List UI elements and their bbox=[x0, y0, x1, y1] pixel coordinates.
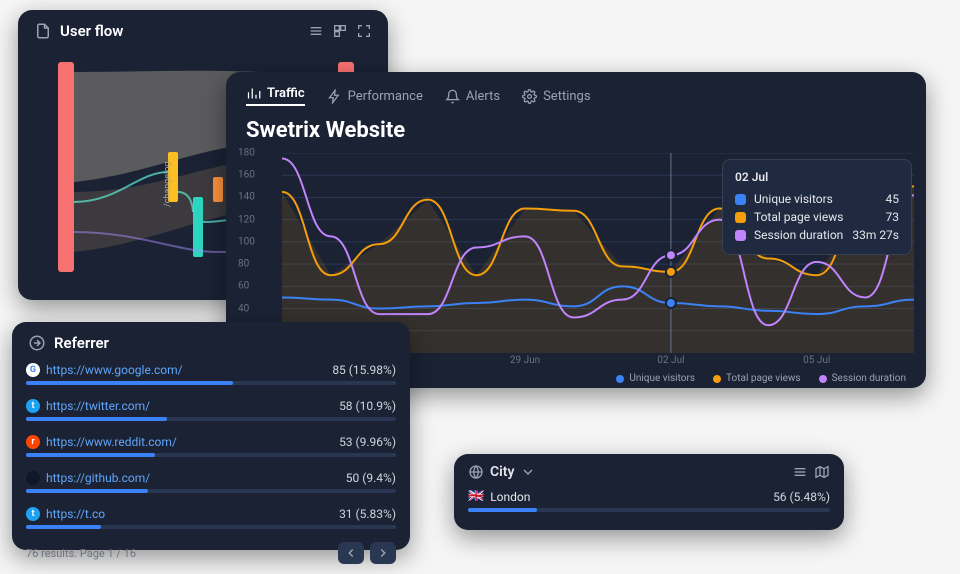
list-view-icon[interactable] bbox=[308, 23, 324, 39]
x-axis-tick: 29 Jun bbox=[510, 355, 540, 366]
referrer-row[interactable]: t https://t.co 31 (5.83%) bbox=[26, 502, 396, 538]
list-view-icon[interactable] bbox=[792, 464, 808, 480]
city-name: London bbox=[490, 490, 530, 504]
y-axis-tick: 80 bbox=[238, 259, 249, 270]
gear-icon bbox=[522, 89, 537, 104]
y-axis-tick: 40 bbox=[238, 303, 249, 314]
referrer-panel: Referrer G https://www.google.com/ 85 (1… bbox=[12, 322, 410, 550]
referrer-row[interactable]: G https://www.google.com/ 85 (15.98%) bbox=[26, 358, 396, 394]
bar-chart-icon bbox=[246, 86, 261, 101]
referrer-row[interactable]: https://github.com/ 50 (9.4%) bbox=[26, 466, 396, 502]
y-axis-tick: 160 bbox=[238, 170, 255, 181]
referrer-value: 31 (5.83%) bbox=[339, 507, 396, 521]
referrer-url: https://github.com/ bbox=[46, 471, 150, 485]
referrer-value: 85 (15.98%) bbox=[332, 363, 396, 377]
google-icon: G bbox=[26, 363, 40, 377]
referrer-url: https://www.reddit.com/ bbox=[46, 435, 177, 449]
twitter-icon: t bbox=[26, 399, 40, 413]
referrer-value: 58 (10.9%) bbox=[339, 399, 396, 413]
grid-view-icon[interactable] bbox=[332, 23, 348, 39]
referrer-url: https://t.co bbox=[46, 507, 105, 521]
page-title: Swetrix Website bbox=[226, 114, 926, 153]
tab-performance[interactable]: Performance bbox=[327, 89, 423, 104]
city-title: City bbox=[490, 464, 514, 480]
city-value: 56 (5.48%) bbox=[773, 490, 830, 504]
y-axis-tick: 140 bbox=[238, 192, 255, 203]
legend-item[interactable]: Total page views bbox=[713, 373, 801, 384]
chevron-down-icon[interactable] bbox=[520, 464, 536, 480]
y-axis-tick: 120 bbox=[238, 214, 255, 225]
tooltip-date: 02 Jul bbox=[735, 170, 899, 184]
x-axis-tick: 02 Jul bbox=[657, 355, 684, 366]
legend-item[interactable]: Unique visitors bbox=[616, 373, 695, 384]
tooltip-row: Unique visitors45 bbox=[735, 190, 899, 208]
next-page-button[interactable] bbox=[370, 542, 396, 564]
referrer-pagination-text: 76 results. Page 1 / 16 bbox=[26, 547, 136, 560]
legend-item[interactable]: Session duration bbox=[819, 373, 906, 384]
map-icon[interactable] bbox=[814, 464, 830, 480]
y-axis-tick: 100 bbox=[238, 236, 255, 247]
tab-bar: Traffic Performance Alerts Settings bbox=[226, 72, 926, 114]
prev-page-button[interactable] bbox=[338, 542, 364, 564]
chart-tooltip: 02 Jul Unique visitors45Total page views… bbox=[722, 159, 912, 255]
referrer-url: https://www.google.com/ bbox=[46, 363, 183, 377]
flag-icon: 🇬🇧 bbox=[468, 489, 484, 504]
expand-icon[interactable] bbox=[356, 23, 372, 39]
y-axis-tick: 60 bbox=[238, 281, 249, 292]
arrow-circle-icon bbox=[28, 334, 46, 352]
referrer-value: 50 (9.4%) bbox=[346, 471, 396, 485]
reddit-icon: r bbox=[26, 435, 40, 449]
bolt-icon bbox=[327, 89, 342, 104]
tab-traffic[interactable]: Traffic bbox=[246, 86, 305, 106]
referrer-title: Referrer bbox=[54, 334, 109, 352]
bell-icon bbox=[445, 89, 460, 104]
city-row[interactable]: 🇬🇧 London 56 (5.48%) bbox=[468, 484, 830, 521]
globe-icon bbox=[468, 464, 484, 480]
referrer-url: https://twitter.com/ bbox=[46, 399, 150, 413]
tab-alerts[interactable]: Alerts bbox=[445, 89, 500, 104]
tooltip-row: Session duration33m 27s bbox=[735, 226, 899, 244]
tab-settings[interactable]: Settings bbox=[522, 89, 590, 104]
referrer-row[interactable]: t https://twitter.com/ 58 (10.9%) bbox=[26, 394, 396, 430]
github-icon bbox=[26, 471, 40, 485]
y-axis-tick: 180 bbox=[238, 148, 255, 159]
referrer-value: 53 (9.96%) bbox=[339, 435, 396, 449]
city-panel: City 🇬🇧 London 56 (5.48%) bbox=[454, 454, 844, 530]
x-axis-tick: 05 Jul bbox=[803, 355, 830, 366]
tooltip-row: Total page views73 bbox=[735, 208, 899, 226]
user-flow-title: User flow bbox=[60, 22, 123, 40]
twitter-icon: t bbox=[26, 507, 40, 521]
referrer-row[interactable]: r https://www.reddit.com/ 53 (9.96%) bbox=[26, 430, 396, 466]
sankey-node-label: /changelog bbox=[163, 162, 173, 207]
document-icon bbox=[34, 22, 52, 40]
